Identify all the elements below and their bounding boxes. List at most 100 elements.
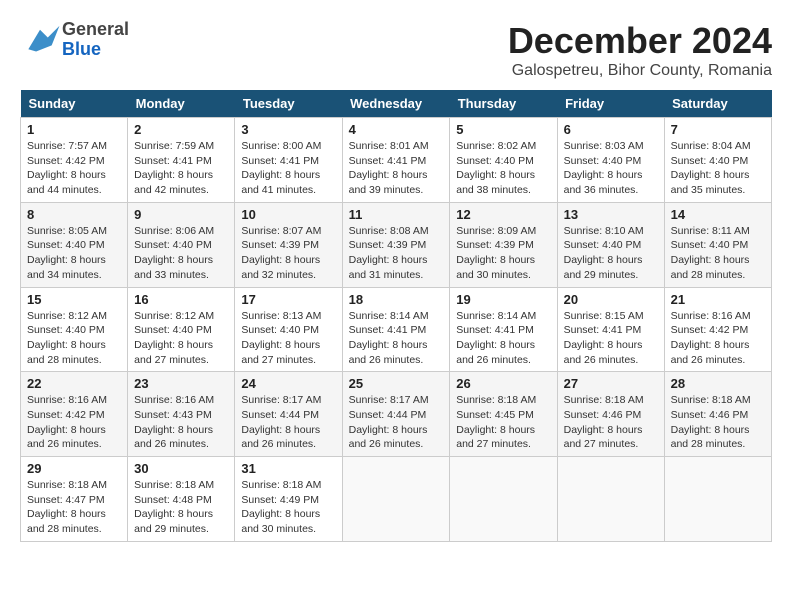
calendar-cell: 2Sunrise: 7:59 AMSunset: 4:41 PMDaylight…	[128, 118, 235, 203]
calendar-week-row: 29Sunrise: 8:18 AMSunset: 4:47 PMDayligh…	[21, 457, 772, 542]
day-info: Sunrise: 8:08 AMSunset: 4:39 PMDaylight:…	[349, 224, 444, 283]
day-info: Sunrise: 8:10 AMSunset: 4:40 PMDaylight:…	[564, 224, 658, 283]
col-header-friday: Friday	[557, 90, 664, 118]
day-number: 12	[456, 207, 550, 222]
day-info: Sunrise: 8:17 AMSunset: 4:44 PMDaylight:…	[241, 393, 335, 452]
day-number: 21	[671, 292, 765, 307]
calendar-cell: 23 Sunrise: 8:16 AMSunset: 4:43 PMDayligh…	[128, 372, 235, 457]
calendar-cell: 20Sunrise: 8:15 AMSunset: 4:41 PMDayligh…	[557, 287, 664, 372]
day-number: 10	[241, 207, 335, 222]
day-info: Sunrise: 8:16 AMSunset: 4:43 PMDaylight:…	[134, 393, 228, 452]
calendar-cell: 31 Sunrise: 8:18 AMSunset: 4:49 PMDayligh…	[235, 457, 342, 542]
calendar-cell: 8 Sunrise: 8:05 AMSunset: 4:40 PMDaylight…	[21, 202, 128, 287]
day-info: Sunrise: 8:18 AMSunset: 4:45 PMDaylight:…	[456, 393, 550, 452]
calendar-week-row: 22Sunrise: 8:16 AMSunset: 4:42 PMDayligh…	[21, 372, 772, 457]
day-info: Sunrise: 7:59 AMSunset: 4:41 PMDaylight:…	[134, 139, 228, 198]
calendar-cell: 29Sunrise: 8:18 AMSunset: 4:47 PMDayligh…	[21, 457, 128, 542]
day-number: 19	[456, 292, 550, 307]
calendar-header-row: SundayMondayTuesdayWednesdayThursdayFrid…	[21, 90, 772, 118]
day-info: Sunrise: 8:14 AMSunset: 4:41 PMDaylight:…	[456, 309, 550, 368]
day-info: Sunrise: 8:02 AMSunset: 4:40 PMDaylight:…	[456, 139, 550, 198]
calendar-cell: 5Sunrise: 8:02 AMSunset: 4:40 PMDaylight…	[450, 118, 557, 203]
day-number: 18	[349, 292, 444, 307]
month-title: December 2024	[508, 20, 772, 62]
calendar-week-row: 8 Sunrise: 8:05 AMSunset: 4:40 PMDaylight…	[21, 202, 772, 287]
day-info: Sunrise: 8:18 AMSunset: 4:48 PMDaylight:…	[134, 478, 228, 537]
calendar-cell: 25 Sunrise: 8:17 AMSunset: 4:44 PMDayligh…	[342, 372, 450, 457]
day-number: 20	[564, 292, 658, 307]
calendar-cell: 4 Sunrise: 8:01 AMSunset: 4:41 PMDaylight…	[342, 118, 450, 203]
calendar-cell: 19 Sunrise: 8:14 AMSunset: 4:41 PMDayligh…	[450, 287, 557, 372]
day-info: Sunrise: 8:13 AMSunset: 4:40 PMDaylight:…	[241, 309, 335, 368]
day-info: Sunrise: 8:18 AMSunset: 4:46 PMDaylight:…	[564, 393, 658, 452]
day-info: Sunrise: 8:18 AMSunset: 4:46 PMDaylight:…	[671, 393, 765, 452]
col-header-tuesday: Tuesday	[235, 90, 342, 118]
day-info: Sunrise: 8:12 AMSunset: 4:40 PMDaylight:…	[27, 309, 121, 368]
calendar-cell: 18 Sunrise: 8:14 AMSunset: 4:41 PMDayligh…	[342, 287, 450, 372]
day-number: 11	[349, 207, 444, 222]
day-number: 17	[241, 292, 335, 307]
calendar-cell	[450, 457, 557, 542]
calendar-cell: 17 Sunrise: 8:13 AMSunset: 4:40 PMDayligh…	[235, 287, 342, 372]
calendar-cell: 26 Sunrise: 8:18 AMSunset: 4:45 PMDayligh…	[450, 372, 557, 457]
day-info: Sunrise: 8:12 AMSunset: 4:40 PMDaylight:…	[134, 309, 228, 368]
calendar-cell	[664, 457, 771, 542]
calendar-cell: 13Sunrise: 8:10 AMSunset: 4:40 PMDayligh…	[557, 202, 664, 287]
logo-general-text: General	[62, 20, 129, 40]
day-number: 8	[27, 207, 121, 222]
day-info: Sunrise: 8:04 AMSunset: 4:40 PMDaylight:…	[671, 139, 765, 198]
day-info: Sunrise: 8:01 AMSunset: 4:41 PMDaylight:…	[349, 139, 444, 198]
day-number: 25	[349, 376, 444, 391]
day-number: 4	[349, 122, 444, 137]
location-title: Galospetreu, Bihor County, Romania	[508, 62, 772, 80]
day-number: 7	[671, 122, 765, 137]
calendar-cell: 14Sunrise: 8:11 AMSunset: 4:40 PMDayligh…	[664, 202, 771, 287]
calendar-cell: 1Sunrise: 7:57 AMSunset: 4:42 PMDaylight…	[21, 118, 128, 203]
day-number: 6	[564, 122, 658, 137]
col-header-saturday: Saturday	[664, 90, 771, 118]
col-header-monday: Monday	[128, 90, 235, 118]
day-info: Sunrise: 8:11 AMSunset: 4:40 PMDaylight:…	[671, 224, 765, 283]
day-number: 31	[241, 461, 335, 476]
day-info: Sunrise: 8:00 AMSunset: 4:41 PMDaylight:…	[241, 139, 335, 198]
day-info: Sunrise: 8:16 AMSunset: 4:42 PMDaylight:…	[27, 393, 121, 452]
calendar-cell: 12Sunrise: 8:09 AMSunset: 4:39 PMDayligh…	[450, 202, 557, 287]
day-number: 28	[671, 376, 765, 391]
calendar-cell	[342, 457, 450, 542]
logo-bird-icon	[20, 22, 60, 57]
calendar-cell: 15 Sunrise: 8:12 AMSunset: 4:40 PMDayligh…	[21, 287, 128, 372]
title-area: December 2024 Galospetreu, Bihor County,…	[508, 20, 772, 80]
day-info: Sunrise: 8:14 AMSunset: 4:41 PMDaylight:…	[349, 309, 444, 368]
day-number: 27	[564, 376, 658, 391]
calendar-week-row: 1Sunrise: 7:57 AMSunset: 4:42 PMDaylight…	[21, 118, 772, 203]
calendar-cell: 3Sunrise: 8:00 AMSunset: 4:41 PMDaylight…	[235, 118, 342, 203]
calendar-cell	[557, 457, 664, 542]
col-header-wednesday: Wednesday	[342, 90, 450, 118]
calendar-cell: 10 Sunrise: 8:07 AMSunset: 4:39 PMDayligh…	[235, 202, 342, 287]
logo-brand: General Blue	[62, 20, 129, 60]
day-number: 30	[134, 461, 228, 476]
day-info: Sunrise: 8:17 AMSunset: 4:44 PMDaylight:…	[349, 393, 444, 452]
calendar-cell: 7 Sunrise: 8:04 AMSunset: 4:40 PMDaylight…	[664, 118, 771, 203]
day-info: Sunrise: 8:03 AMSunset: 4:40 PMDaylight:…	[564, 139, 658, 198]
day-number: 23	[134, 376, 228, 391]
header: General Blue December 2024 Galospetreu, …	[20, 20, 772, 80]
calendar-cell: 9Sunrise: 8:06 AMSunset: 4:40 PMDaylight…	[128, 202, 235, 287]
calendar-cell: 16Sunrise: 8:12 AMSunset: 4:40 PMDayligh…	[128, 287, 235, 372]
day-info: Sunrise: 8:07 AMSunset: 4:39 PMDaylight:…	[241, 224, 335, 283]
calendar-cell: 6 Sunrise: 8:03 AMSunset: 4:40 PMDaylight…	[557, 118, 664, 203]
logo: General Blue	[20, 20, 129, 60]
calendar-cell: 27 Sunrise: 8:18 AMSunset: 4:46 PMDayligh…	[557, 372, 664, 457]
day-info: Sunrise: 8:18 AMSunset: 4:49 PMDaylight:…	[241, 478, 335, 537]
calendar-cell: 24 Sunrise: 8:17 AMSunset: 4:44 PMDayligh…	[235, 372, 342, 457]
day-number: 26	[456, 376, 550, 391]
col-header-sunday: Sunday	[21, 90, 128, 118]
calendar-cell: 11 Sunrise: 8:08 AMSunset: 4:39 PMDayligh…	[342, 202, 450, 287]
day-number: 24	[241, 376, 335, 391]
day-info: Sunrise: 8:05 AMSunset: 4:40 PMDaylight:…	[27, 224, 121, 283]
logo-blue-text: Blue	[62, 40, 129, 60]
col-header-thursday: Thursday	[450, 90, 557, 118]
day-number: 15	[27, 292, 121, 307]
day-info: Sunrise: 7:57 AMSunset: 4:42 PMDaylight:…	[27, 139, 121, 198]
calendar-week-row: 15 Sunrise: 8:12 AMSunset: 4:40 PMDayligh…	[21, 287, 772, 372]
